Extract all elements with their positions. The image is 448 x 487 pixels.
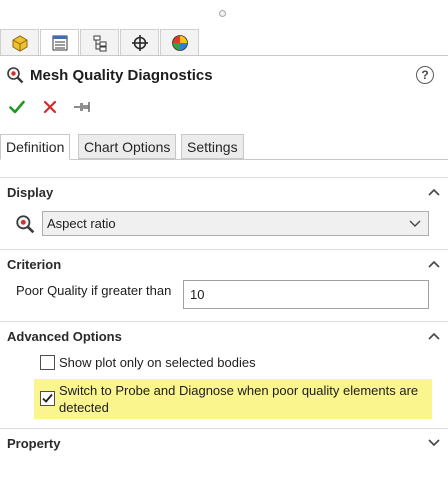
close-icon [43,100,57,114]
display-manager-tab[interactable] [160,29,199,55]
advanced-group-separator [0,321,448,322]
poor-quality-threshold-label: Poor Quality if greater than [16,283,172,298]
configuration-manager-tab[interactable] [80,29,119,55]
poor-quality-threshold-input[interactable] [183,280,429,309]
show-plot-selected-bodies-label: Show plot only on selected bodies [59,355,256,370]
mesh-quality-icon [7,67,24,84]
chevron-down-icon[interactable] [428,439,440,447]
crosshair-icon [131,34,148,51]
cancel-button[interactable] [40,97,60,117]
tab-definition[interactable]: Definition [0,134,71,160]
tab-settings[interactable]: Settings [181,134,244,159]
pin-button[interactable] [72,97,92,117]
panel-title-row: Mesh Quality Diagnostics [6,63,213,87]
chevron-up-icon[interactable] [428,332,440,340]
display-quantity-select[interactable]: Aspect ratio [42,211,429,236]
criterion-group-heading[interactable]: Criterion [7,257,61,272]
display-quantity-value: Aspect ratio [47,216,116,231]
manager-tab-strip [0,28,448,56]
switch-to-probe-checkbox[interactable] [40,391,55,406]
help-icon[interactable]: ? [416,66,434,84]
advanced-options-heading[interactable]: Advanced Options [7,329,122,344]
switch-to-probe-label: Switch to Probe and Diagnose when poor q… [59,383,419,415]
show-plot-selected-bodies-checkbox[interactable] [40,355,55,370]
checkmark-icon [42,393,53,403]
checkmark-icon [9,100,25,114]
property-manager-tab[interactable] [40,29,79,55]
feature-manager-tab[interactable] [0,29,39,55]
mesh-quality-icon [16,215,35,234]
part-icon [12,34,27,52]
criterion-group-separator [0,249,448,250]
display-group-separator [0,177,448,178]
pushpin-icon [74,102,90,112]
display-group-heading[interactable]: Display [7,185,53,200]
property-group-heading[interactable]: Property [7,436,60,451]
chevron-up-icon[interactable] [428,188,440,196]
page-title: Mesh Quality Diagnostics [30,66,213,84]
chevron-down-icon [409,220,421,227]
tab-chart-options[interactable]: Chart Options [78,134,177,159]
property-group-separator [0,428,448,429]
chevron-up-icon[interactable] [428,260,440,268]
color-wheel-icon [171,34,188,51]
ok-button[interactable] [7,97,27,117]
configuration-tree-icon [93,35,106,51]
property-list-icon [52,35,67,50]
panel-grip-handle[interactable] [219,10,226,17]
dimxpert-manager-tab[interactable] [120,29,159,55]
